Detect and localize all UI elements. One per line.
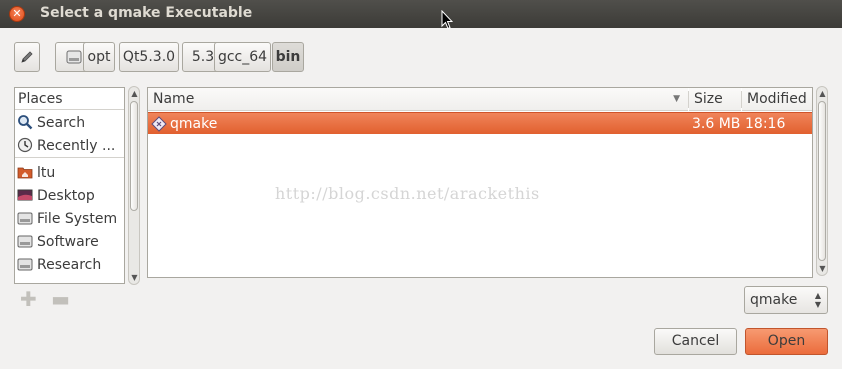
- drive-icon: [17, 258, 33, 271]
- place-search[interactable]: Search: [15, 112, 124, 135]
- drive-icon: [17, 212, 33, 225]
- file-type-filter[interactable]: qmake ▲ ▼: [744, 286, 828, 314]
- title-bar: ✕ Select a qmake Executable: [0, 0, 842, 30]
- place-research[interactable]: Research: [15, 254, 124, 277]
- place-recent[interactable]: Recently ...: [15, 135, 124, 158]
- mouse-cursor-icon: [441, 10, 453, 30]
- scroll-up-icon[interactable]: ▲: [130, 89, 139, 98]
- column-modified-label: Modified: [747, 91, 807, 107]
- file-row-selected[interactable]: qmake 3.6 MB 18:16: [148, 112, 812, 134]
- files-scrollbar[interactable]: ▲ ▼: [816, 86, 828, 276]
- scroll-down-icon[interactable]: ▼: [130, 273, 139, 282]
- places-divider: [15, 157, 124, 158]
- drive-icon: [17, 235, 33, 248]
- file-name: qmake: [170, 116, 218, 132]
- place-label: Desktop: [37, 188, 95, 204]
- close-button[interactable]: ✕: [9, 6, 25, 22]
- column-name-label: Name: [153, 91, 195, 107]
- file-size: 3.6 MB: [692, 116, 741, 132]
- column-header-modified[interactable]: Modified: [742, 88, 812, 111]
- place-filesystem[interactable]: File System: [15, 208, 124, 231]
- search-icon: [18, 115, 33, 130]
- path-segment-gcc64[interactable]: gcc_64: [214, 42, 271, 72]
- place-label: Search: [37, 115, 86, 131]
- scroll-down-icon[interactable]: ▼: [818, 264, 827, 273]
- bookmark-controls: ✚ ▬: [20, 287, 70, 311]
- spin-arrows-icon: ▲ ▼: [814, 291, 821, 309]
- remove-bookmark-icon[interactable]: ▬: [51, 287, 70, 311]
- path-segment-bin[interactable]: bin: [272, 42, 304, 72]
- watermark: http://blog.csdn.net/arackethis: [275, 184, 540, 203]
- column-header-name[interactable]: Name ▼: [148, 88, 688, 111]
- file-modified: 18:16: [745, 116, 786, 132]
- column-size-label: Size: [694, 91, 723, 107]
- pencil-icon: [21, 51, 33, 63]
- file-list: Name ▼ Size Modified qmake 3.6 MB 18:16: [147, 87, 813, 278]
- open-button[interactable]: Open: [745, 328, 828, 355]
- scroll-up-icon[interactable]: ▲: [818, 89, 827, 98]
- place-home[interactable]: ltu: [15, 162, 124, 185]
- recent-icon: [17, 137, 33, 153]
- places-scrollbar[interactable]: ▲ ▼: [128, 86, 140, 285]
- place-label: Recently ...: [37, 138, 116, 154]
- cancel-button[interactable]: Cancel: [654, 328, 737, 355]
- place-label: Software: [37, 234, 99, 250]
- place-desktop[interactable]: Desktop: [15, 185, 124, 208]
- column-header-size[interactable]: Size: [689, 88, 741, 111]
- path-segment-qt530[interactable]: Qt5.3.0: [119, 42, 179, 72]
- filter-value: qmake: [750, 292, 798, 308]
- place-software[interactable]: Software: [15, 231, 124, 254]
- close-icon: ✕: [12, 7, 22, 20]
- executable-icon: [151, 116, 167, 139]
- add-bookmark-icon[interactable]: ✚: [20, 287, 37, 311]
- path-segment-opt[interactable]: opt: [83, 42, 115, 72]
- places-sidebar: Places Search Recently ... ltu Desktop F…: [14, 87, 125, 284]
- home-folder-icon: [17, 167, 33, 179]
- places-header: Places: [15, 88, 124, 110]
- files-scroll-thumb[interactable]: [818, 101, 826, 261]
- places-scroll-thumb[interactable]: [130, 101, 138, 211]
- drive-icon: [66, 50, 82, 64]
- sort-down-icon: ▼: [673, 94, 680, 104]
- place-label: File System: [37, 211, 118, 227]
- edit-location-button[interactable]: [14, 42, 40, 72]
- window-title: Select a qmake Executable: [40, 5, 253, 21]
- place-label: ltu: [37, 165, 56, 181]
- desktop-icon: [17, 189, 33, 201]
- place-label: Research: [37, 257, 102, 273]
